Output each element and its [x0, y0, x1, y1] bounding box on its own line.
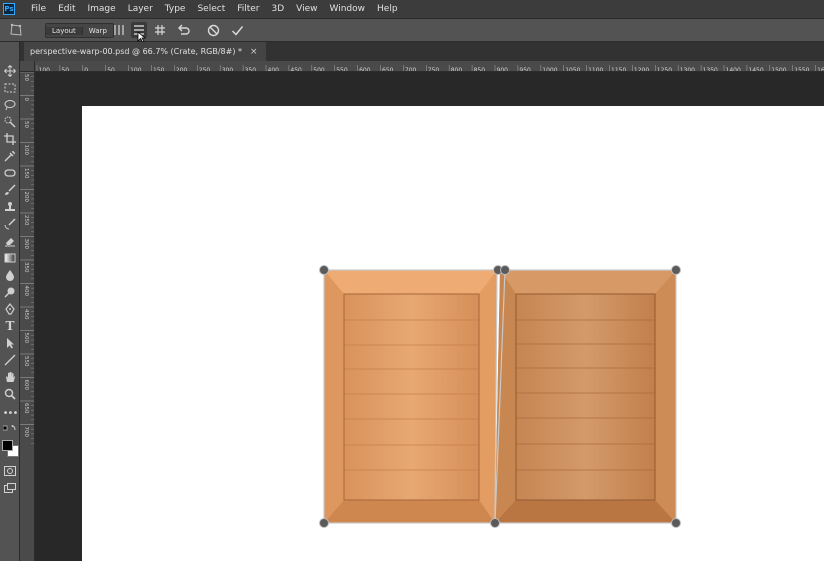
vertical-lines-icon[interactable] [112, 22, 126, 38]
crop-tool-icon[interactable] [2, 131, 18, 147]
menu-bar: Ps File Edit Image Layer Type Select Fil… [0, 0, 824, 18]
foreground-color-swatch[interactable] [2, 440, 13, 451]
path-selection-tool-icon[interactable] [2, 335, 18, 351]
menu-window[interactable]: Window [324, 4, 372, 14]
quick-select-tool-icon[interactable] [2, 114, 18, 130]
layout-mode-button[interactable]: Layout [46, 26, 82, 35]
quick-mask-icon[interactable] [2, 463, 18, 479]
menu-help[interactable]: Help [371, 4, 404, 14]
grid-icon[interactable] [153, 22, 167, 38]
ruler-label: 250 [23, 215, 29, 226]
right-crate-face [495, 270, 676, 523]
pen-tool-icon[interactable] [2, 301, 18, 317]
menu-3d[interactable]: 3D [266, 4, 291, 14]
perspective-warp-icon[interactable] [8, 22, 24, 38]
gradient-tool-icon[interactable] [2, 250, 18, 266]
hand-tool-icon[interactable] [2, 369, 18, 385]
eyedropper-tool-icon[interactable] [2, 148, 18, 164]
vertical-ruler[interactable]: 50 0 50 100 150 200 250 300 350 400 450 500 550 600 65… [20, 72, 35, 561]
move-tool-icon[interactable] [2, 63, 18, 79]
lasso-tool-icon[interactable] [2, 97, 18, 113]
ruler-label: 200 [23, 192, 29, 203]
document-tab-bar: perspective-warp-00.psd @ 66.7% (Crate, … [20, 42, 824, 61]
ruler-label: 50 [23, 121, 29, 128]
photoshop-logo: Ps [3, 3, 15, 15]
menu-filter[interactable]: Filter [231, 4, 265, 14]
marquee-tool-icon[interactable] [2, 80, 18, 96]
warp-mode-button[interactable]: Warp [81, 26, 113, 35]
menu-select[interactable]: Select [191, 4, 231, 14]
warp-pin[interactable] [671, 265, 681, 275]
mode-toggle: Layout Warp [45, 23, 114, 38]
blur-tool-icon[interactable] [2, 267, 18, 283]
check-icon[interactable] [229, 22, 245, 38]
menu-image[interactable]: Image [82, 4, 122, 14]
canvas-workspace[interactable] [35, 72, 824, 561]
ruler-label: 500 [23, 333, 29, 344]
menu-edit[interactable]: Edit [52, 4, 81, 14]
undo-icon[interactable] [176, 22, 192, 38]
spot-healing-tool-icon[interactable] [2, 165, 18, 181]
type-tool-icon[interactable]: T [2, 318, 18, 334]
menu-layer[interactable]: Layer [122, 4, 159, 14]
ruler-label: 550 [23, 356, 29, 367]
ruler-label: 650 [23, 403, 29, 414]
ruler-label: 450 [23, 309, 29, 320]
tools-panel: T ••• [0, 42, 20, 561]
menu-type[interactable]: Type [159, 4, 192, 14]
ruler-label: 700 [23, 427, 29, 438]
more-tools-icon[interactable]: ••• [2, 405, 19, 421]
ruler-label: 0 [23, 98, 29, 102]
clone-stamp-tool-icon[interactable] [2, 199, 18, 215]
warp-pin[interactable] [671, 518, 681, 528]
ruler-label: 300 [23, 239, 29, 250]
left-crate-face [324, 270, 497, 523]
ruler-label: 350 [23, 262, 29, 273]
cancel-icon[interactable] [205, 22, 221, 38]
warp-pin[interactable] [490, 518, 500, 528]
perspective-warp-quads[interactable] [35, 72, 824, 561]
close-icon[interactable]: × [250, 47, 258, 57]
ruler-label: 100 [23, 145, 29, 156]
ruler-label: 150 [23, 168, 29, 179]
menu-file[interactable]: File [23, 4, 52, 14]
line-tool-icon[interactable] [2, 352, 18, 368]
options-bar: Layout Warp [0, 18, 824, 43]
brush-tool-icon[interactable] [2, 182, 18, 198]
menu-view[interactable]: View [290, 4, 323, 14]
document-tab-title: perspective-warp-00.psd @ 66.7% (Crate, … [30, 47, 242, 56]
history-brush-tool-icon[interactable] [2, 216, 18, 232]
eraser-tool-icon[interactable] [2, 233, 18, 249]
warp-pin[interactable] [500, 265, 510, 275]
horizontal-ruler[interactable]: 100 50 0 50 100 150 200 250 300 350 400 450 500 550 60… [35, 61, 824, 72]
document-tab[interactable]: perspective-warp-00.psd @ 66.7% (Crate, … [24, 42, 266, 61]
dodge-tool-icon[interactable] [2, 284, 18, 300]
warp-pin[interactable] [319, 265, 329, 275]
warp-pin[interactable] [319, 518, 329, 528]
swap-colors-icon[interactable] [2, 424, 18, 434]
ruler-label: 400 [23, 286, 29, 297]
zoom-tool-icon[interactable] [2, 386, 18, 402]
screen-mode-icon[interactable] [2, 480, 18, 496]
ruler-label: 50 [23, 74, 29, 81]
ruler-origin[interactable] [20, 61, 35, 72]
ruler-label: 600 [23, 380, 29, 391]
